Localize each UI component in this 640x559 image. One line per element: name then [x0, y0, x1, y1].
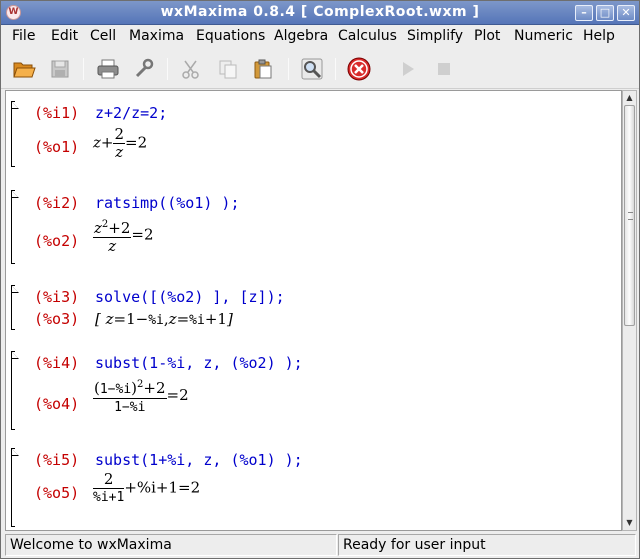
- math-var: z: [168, 310, 177, 328]
- output-math: 2 %i+1 +%i+1=2: [93, 471, 200, 506]
- menu-numeric[interactable]: Numeric: [514, 28, 573, 44]
- input-text[interactable]: subst(1+%i, z, (%o1) );: [95, 451, 303, 469]
- output-math: z2+2 z =2: [93, 216, 154, 255]
- output-math: [ z=1−%i,z=%i+1]: [95, 310, 233, 328]
- cell-bracket[interactable]: [11, 101, 19, 167]
- output-label: (%o2): [34, 232, 80, 250]
- save-icon[interactable]: [47, 57, 73, 81]
- fraction-numerator: 2: [113, 125, 126, 144]
- menu-equations[interactable]: Equations: [196, 28, 265, 44]
- input-label: (%i5): [34, 451, 80, 469]
- math-term: 1−%i: [99, 382, 132, 397]
- math-bracket: ]: [226, 310, 233, 328]
- title-bar[interactable]: W wxMaxima 0.8.4 [ ComplexRoot.wxm ] – □…: [1, 1, 639, 25]
- menu-help[interactable]: Help: [583, 28, 615, 44]
- menu-calculus[interactable]: Calculus: [338, 28, 397, 44]
- input-label: (%i3): [34, 288, 80, 306]
- input-label: (%i4): [34, 354, 80, 372]
- print-icon[interactable]: [95, 57, 121, 81]
- status-right: Ready for user input: [338, 534, 636, 556]
- preferences-icon[interactable]: [131, 57, 157, 81]
- fraction-denominator: z: [108, 237, 117, 255]
- menu-maxima[interactable]: Maxima: [129, 28, 184, 44]
- menu-cell[interactable]: Cell: [90, 28, 116, 44]
- input-text[interactable]: z+2/z=2;: [95, 104, 167, 122]
- menu-edit[interactable]: Edit: [51, 28, 78, 44]
- fold-triangle-icon[interactable]: [11, 101, 19, 109]
- math-term: +2: [108, 219, 131, 237]
- output-label: (%o1): [34, 138, 80, 156]
- math-term: +1: [204, 310, 227, 328]
- cell-bracket[interactable]: [11, 190, 19, 264]
- grip-icon: [628, 212, 633, 220]
- fold-triangle-icon[interactable]: [11, 448, 19, 456]
- maximize-button[interactable]: □: [596, 5, 614, 21]
- output-label: (%o5): [34, 484, 80, 502]
- window-title: wxMaxima 0.8.4 [ ComplexRoot.wxm ]: [160, 4, 480, 20]
- scroll-down-icon[interactable]: ▼: [623, 516, 636, 530]
- math-op: +: [100, 133, 114, 152]
- input-text[interactable]: ratsimp((%o1) );: [95, 194, 240, 212]
- toolbar-separator: [167, 58, 168, 80]
- status-bar: Welcome to wxMaxima Ready for user input: [1, 533, 639, 558]
- output-label: (%o4): [34, 395, 80, 413]
- output-label: (%o3): [34, 310, 80, 328]
- fold-triangle-icon[interactable]: [11, 351, 19, 359]
- status-left: Welcome to wxMaxima: [5, 534, 337, 556]
- math-var: z: [93, 133, 101, 152]
- scroll-up-icon[interactable]: ▲: [623, 91, 636, 105]
- toolbar-separator: [288, 58, 289, 80]
- paste-icon[interactable]: [250, 57, 276, 81]
- math-rhs: +%i+1=2: [124, 478, 201, 497]
- fold-triangle-icon[interactable]: [11, 190, 19, 198]
- input-text[interactable]: subst(1-%i, z, (%o2) );: [95, 354, 303, 372]
- math-rhs: =2: [166, 386, 189, 404]
- open-icon[interactable]: [11, 57, 37, 81]
- minimize-button[interactable]: –: [575, 5, 593, 21]
- fraction-denominator: z: [115, 143, 124, 161]
- input-label: (%i2): [34, 194, 80, 212]
- copy-icon[interactable]: [215, 57, 241, 81]
- toolbar-separator: [335, 58, 336, 80]
- menu-plot[interactable]: Plot: [474, 28, 500, 44]
- menu-file[interactable]: File: [12, 28, 35, 44]
- close-button[interactable]: ✕: [617, 5, 635, 21]
- math-rhs: =2: [131, 225, 154, 244]
- math-bracket: [: [95, 310, 101, 328]
- output-math: (1−%i)2+2 1−%i =2: [93, 376, 189, 416]
- math-term: +2: [143, 379, 166, 397]
- vertical-scrollbar[interactable]: ▲ ▼: [622, 90, 637, 531]
- math-rhs: =2: [125, 133, 148, 152]
- math-constant: %i: [189, 313, 205, 328]
- input-text[interactable]: solve([(%o2) ], [z]);: [95, 288, 285, 306]
- math-term: =1−: [113, 310, 149, 328]
- app-window: W wxMaxima 0.8.4 [ ComplexRoot.wxm ] – □…: [0, 0, 640, 559]
- toolbar: [1, 49, 639, 89]
- interrupt-icon[interactable]: [346, 57, 372, 81]
- math-constant: %i: [148, 313, 164, 328]
- cut-icon[interactable]: [178, 57, 204, 81]
- scroll-thumb[interactable]: [624, 105, 635, 326]
- fraction-denominator: %i+1: [93, 490, 125, 505]
- cell-bracket[interactable]: [11, 448, 19, 527]
- fraction-numerator: 2: [93, 471, 125, 489]
- cell-bracket[interactable]: [11, 351, 19, 430]
- menu-simplify[interactable]: Simplify: [407, 28, 463, 44]
- fraction-denominator: 1−%i: [114, 400, 146, 415]
- menu-bar: File Edit Cell Maxima Equations Algebra …: [1, 25, 639, 49]
- input-label: (%i1): [34, 104, 80, 122]
- continue-icon[interactable]: [395, 57, 421, 81]
- stop-icon[interactable]: [431, 57, 457, 81]
- math-var: z: [105, 310, 114, 328]
- toolbar-separator: [83, 58, 84, 80]
- math-var: z: [94, 219, 102, 237]
- cell-bracket[interactable]: [11, 285, 19, 330]
- fold-triangle-icon[interactable]: [11, 285, 19, 293]
- output-math: z+ 2 z =2: [93, 126, 147, 161]
- math-op: =: [176, 310, 190, 328]
- find-icon[interactable]: [299, 57, 325, 81]
- menu-algebra[interactable]: Algebra: [274, 28, 328, 44]
- worksheet[interactable]: (%i1) z+2/z=2; (%o1) z+ 2 z =2 (%i2) ratsim…: [5, 90, 622, 531]
